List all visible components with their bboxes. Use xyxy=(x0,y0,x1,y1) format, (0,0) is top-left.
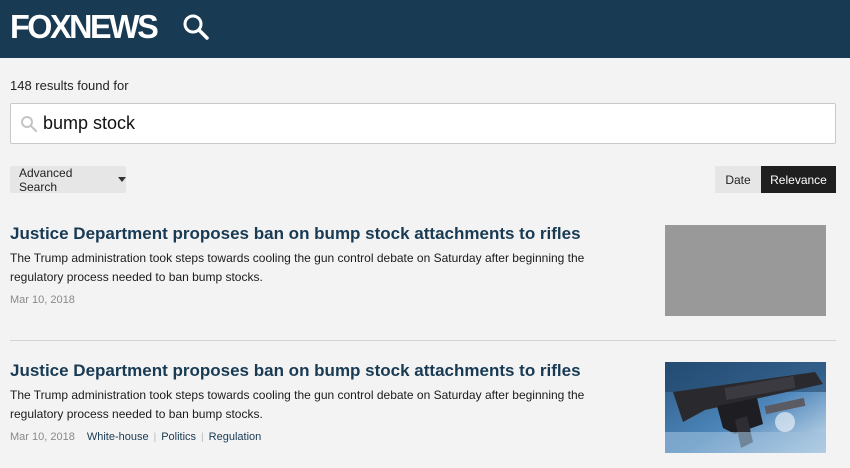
article-title[interactable]: Justice Department proposes ban on bump … xyxy=(10,361,581,381)
article-thumbnail[interactable] xyxy=(665,362,826,453)
advanced-search-button[interactable]: Advanced Search xyxy=(10,165,126,194)
foxnews-logo[interactable]: FOXNEWS xyxy=(10,8,159,46)
article-date: Mar 10, 2018 xyxy=(10,294,75,306)
article-meta: Mar 10, 2018 White-house | Politics | Re… xyxy=(10,431,261,443)
tag-link-regulation[interactable]: Regulation xyxy=(209,431,262,443)
tag-link-politics[interactable]: Politics xyxy=(161,431,196,443)
article-date: Mar 10, 2018 xyxy=(10,431,75,443)
results-count: 148 results found for xyxy=(10,78,129,93)
search-icon xyxy=(21,116,38,133)
tag-link-white-house[interactable]: White-house xyxy=(87,431,149,443)
search-input[interactable] xyxy=(43,108,823,139)
tag-separator: | xyxy=(201,431,204,443)
article-description: The Trump administration took steps towa… xyxy=(10,251,585,284)
result-divider xyxy=(10,340,836,341)
article-meta: Mar 10, 2018 xyxy=(10,294,87,306)
article-thumbnail[interactable] xyxy=(665,225,826,316)
article-title[interactable]: Justice Department proposes ban on bump … xyxy=(10,224,581,244)
advanced-search-label: Advanced Search xyxy=(19,165,73,194)
search-icon[interactable] xyxy=(182,13,210,41)
tag-separator: | xyxy=(153,431,157,443)
search-box[interactable] xyxy=(10,103,836,144)
caret-down-icon xyxy=(118,177,126,182)
site-header: FOXNEWS xyxy=(0,0,850,58)
sort-relevance-button[interactable]: Relevance xyxy=(761,166,836,193)
article-description: The Trump administration took steps towa… xyxy=(10,388,585,421)
sort-date-button[interactable]: Date xyxy=(715,166,761,193)
